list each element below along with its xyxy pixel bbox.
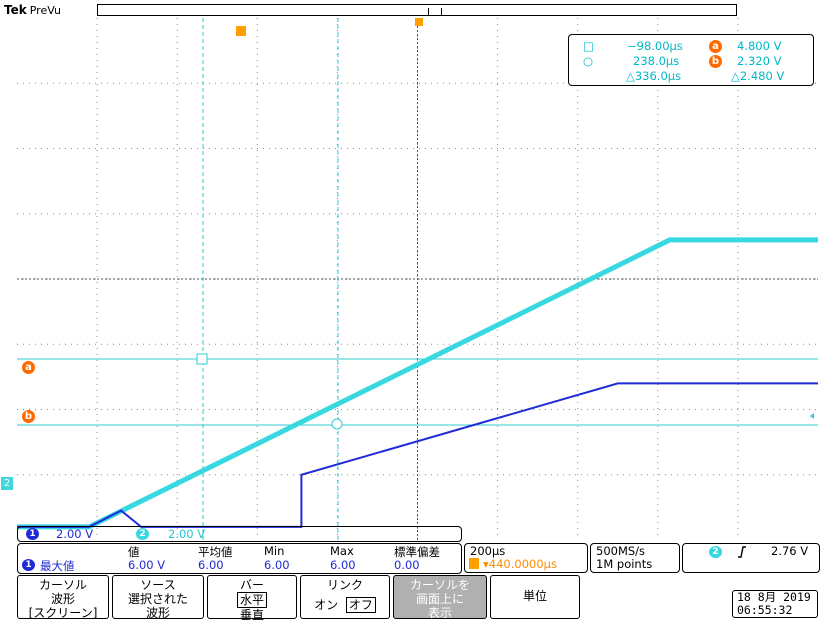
measurement-stats: 値 平均値 Min Max 標準偏差 1 最大値 6.00 V 6.00 6.0… xyxy=(17,543,462,574)
trigger-source-badge: 2 xyxy=(709,546,722,558)
cursor-a-marker xyxy=(196,353,208,365)
timebase-scale: 200µs xyxy=(470,544,506,558)
trigger-level: 2.76 V xyxy=(771,544,809,558)
cursor-b-time: 238.0µs xyxy=(633,54,680,68)
waveform-graticule[interactable] xyxy=(17,18,818,540)
sample-rate: 500MS/s xyxy=(596,544,646,558)
ch2-ground-marker: 2 xyxy=(1,477,13,490)
trigger-position-marker xyxy=(236,26,246,36)
trigger-position-marker-top xyxy=(415,18,423,26)
timebase-position: ▾440.0000µs xyxy=(483,557,557,571)
record-view-window[interactable] xyxy=(428,8,442,16)
time: 06:55:32 xyxy=(737,603,793,617)
ch2-badge: 2 xyxy=(136,528,149,540)
source-button[interactable]: ソース 選択された 波形 xyxy=(112,575,204,620)
stats-mean: 6.00 xyxy=(198,558,224,572)
cursor-b-level-label: b xyxy=(22,410,35,423)
cursor-a-badge: a xyxy=(709,38,722,53)
cursor-a-level-label: a xyxy=(22,361,35,374)
cursor-mode-button[interactable]: カーソル 波形 [スクリーン] xyxy=(17,575,109,620)
rising-edge-icon xyxy=(738,546,746,558)
trigger-box[interactable]: 2 2.76 V xyxy=(682,543,820,573)
tek-logo: Tek PreVu xyxy=(4,3,61,17)
stats-row-label: 最大値 xyxy=(40,559,75,573)
trigger-position-icon xyxy=(469,558,479,569)
cursor-a-square-icon: □ xyxy=(583,39,594,53)
units-button[interactable]: 単位 xyxy=(490,575,580,619)
cursor-a-volt: 4.800 V xyxy=(737,39,782,53)
stats-std: 0.00 xyxy=(394,558,420,572)
date-time: 18 8月 2019 06:55:32 xyxy=(732,590,818,618)
record-length: 1M points xyxy=(596,557,653,571)
stats-header-min: Min xyxy=(264,544,285,558)
record-view-bar[interactable] xyxy=(97,4,737,16)
timebase-box[interactable]: 200µs ▾440.0000µs xyxy=(464,543,588,573)
cursor-a-time: −98.00µs xyxy=(627,39,683,53)
cursor-b-badge: b xyxy=(709,53,722,68)
cursor-delta-volt: △2.480 V xyxy=(731,69,785,83)
channel-scale-strip[interactable]: 1 2.00 V 2 2.00 V xyxy=(17,526,462,542)
ch2-scale: 2.00 V xyxy=(168,527,206,541)
stats-max: 6.00 xyxy=(330,558,356,572)
bars-button[interactable]: バー 水平 垂直 xyxy=(207,575,297,622)
link-button[interactable]: リンク オン オフ xyxy=(300,575,390,619)
cursor-readout-panel: □ −98.00µs a 4.800 V ○ 238.0µs b 2.320 V… xyxy=(568,34,814,86)
cursor-b-marker xyxy=(331,418,343,430)
cursor-b-volt: 2.320 V xyxy=(737,54,782,68)
sampling-box[interactable]: 500MS/s 1M points xyxy=(590,543,680,573)
ch1-scale: 2.00 V xyxy=(56,527,94,541)
bring-cursors-on-screen-button[interactable]: カーソルを 画面上に 表示 xyxy=(393,575,487,620)
acquisition-mode: PreVu xyxy=(29,4,61,17)
stats-value: 6.00 V xyxy=(128,558,166,572)
stats-header-max: Max xyxy=(330,544,354,558)
ch1-badge: 1 xyxy=(26,528,39,540)
cursor-delta-time: △336.0µs xyxy=(626,69,682,83)
stats-min: 6.00 xyxy=(264,558,290,572)
stats-ch1-badge: 1 xyxy=(22,559,35,571)
cursor-b-circle-icon: ○ xyxy=(583,54,594,68)
